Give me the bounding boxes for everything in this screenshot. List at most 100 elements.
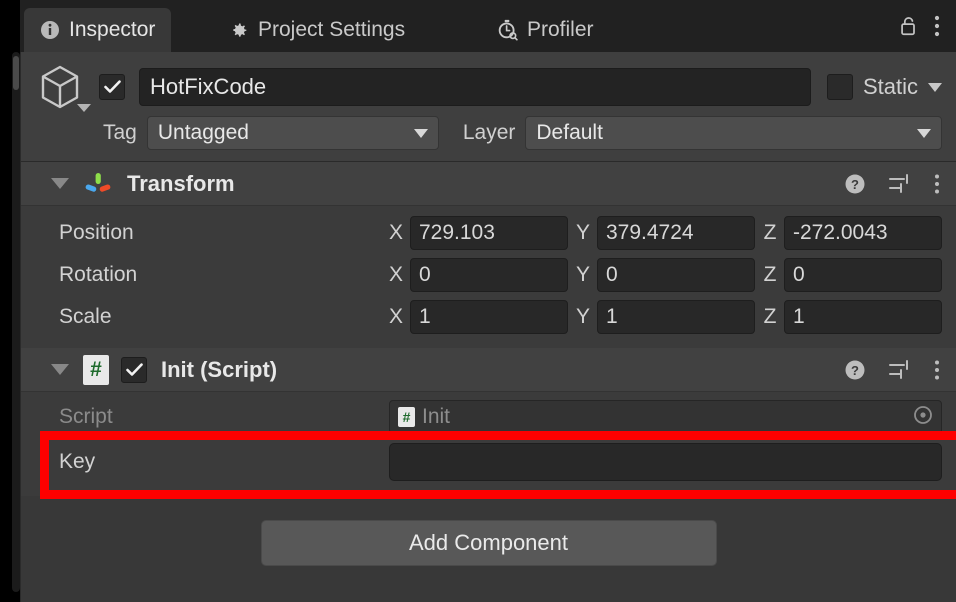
axis-letter-y: Y [576, 263, 591, 286]
rotation-z-input[interactable]: 0 [784, 258, 942, 292]
axis-letter-z: Z [763, 305, 777, 328]
axis-letter-x: X [389, 305, 404, 328]
property-label-script: Script [59, 405, 113, 428]
tab-project-settings[interactable]: Project Settings [212, 8, 421, 52]
component-header-init-script[interactable]: # Init (Script) ? [21, 348, 956, 392]
axis-x: X 1 [389, 300, 568, 334]
property-row-position: Position X 729.103 Y 379.4724 Z -272.004… [21, 212, 956, 254]
tab-inspector[interactable]: Inspector [24, 8, 172, 52]
position-x-input[interactable]: 729.103 [410, 216, 568, 250]
preset-icon[interactable] [888, 173, 912, 195]
csharp-script-icon: # [83, 354, 109, 385]
axis-letter-x: X [389, 221, 404, 244]
component-actions-init-script: ? [844, 348, 940, 392]
window-left-gutter [0, 0, 12, 602]
property-row-scale: Scale X 1 Y 1 Z 1 [21, 296, 956, 338]
script-object-value-group: # Init [398, 405, 450, 429]
axis-y: Y 1 [576, 300, 755, 334]
axis-z: Z 0 [763, 258, 942, 292]
gameobject-header: HotFixCode Static Tag Untagged Layer Def… [21, 52, 956, 162]
property-label: Scale [59, 305, 112, 328]
property-row-script: Script # Init [21, 396, 956, 438]
key-text-input[interactable] [389, 443, 942, 481]
inspector-scrollbar-track[interactable] [12, 52, 20, 592]
static-dropdown-caret[interactable] [928, 82, 942, 92]
axis-x: X 729.103 [389, 216, 568, 250]
inspector-scrollbar-thumb[interactable] [13, 56, 19, 90]
static-checkbox[interactable] [826, 74, 853, 100]
gameobject-name-row: HotFixCode Static [21, 62, 956, 112]
value: 379.4724 [606, 221, 694, 244]
position-z-input[interactable]: -272.0043 [784, 216, 942, 250]
tag-label: Tag [103, 121, 137, 144]
chevron-down-icon [413, 128, 428, 138]
axis-letter-z: Z [763, 263, 777, 286]
vector3-field-position: X 729.103 Y 379.4724 Z -272.0043 [389, 216, 942, 250]
gameobject-name-input[interactable]: HotFixCode [139, 68, 811, 106]
axis-letter-y: Y [576, 221, 591, 244]
tab-bar: Inspector Project Settings Profiler [20, 0, 956, 52]
foldout-arrow-transform[interactable] [51, 178, 69, 189]
rotation-x-input[interactable]: 0 [410, 258, 568, 292]
kebab-menu-icon[interactable] [934, 173, 940, 195]
scale-z-input[interactable]: 1 [784, 300, 942, 334]
axis-y: Y 0 [576, 258, 755, 292]
gear-icon [228, 20, 249, 41]
unlocked-padlock-icon[interactable] [899, 15, 918, 37]
gameobject-enabled-checkbox[interactable] [99, 74, 125, 100]
script-object-field[interactable]: # Init [389, 400, 942, 434]
rotation-y-input[interactable]: 0 [597, 258, 755, 292]
info-icon [40, 20, 60, 40]
tab-label: Inspector [69, 18, 156, 41]
kebab-menu-icon[interactable] [934, 14, 940, 38]
axis-x: X 0 [389, 258, 568, 292]
init-script-enabled-checkbox[interactable] [121, 356, 147, 383]
component-actions-transform: ? [844, 162, 940, 206]
tab-profiler[interactable]: Profiler [480, 8, 610, 52]
component-title-init-script: Init (Script) [161, 356, 278, 382]
object-picker-icon[interactable] [913, 405, 933, 430]
value: 0 [793, 263, 805, 286]
component-body-transform: Position X 729.103 Y 379.4724 Z -272.004… [21, 206, 956, 348]
help-icon[interactable]: ? [844, 173, 866, 195]
value: 0 [606, 263, 618, 286]
value: 0 [419, 263, 431, 286]
axis-letter-z: Z [763, 221, 777, 244]
vector3-field-rotation: X 0 Y 0 Z 0 [389, 258, 942, 292]
layer-dropdown[interactable]: Default [525, 116, 942, 150]
script-object-value: Init [422, 405, 451, 428]
position-y-input[interactable]: 379.4724 [597, 216, 755, 250]
layer-label: Layer [462, 121, 516, 144]
value: 729.103 [419, 221, 495, 244]
layer-value: Default [536, 121, 603, 144]
svg-text:?: ? [851, 177, 859, 192]
gameobject-name-value: HotFixCode [150, 74, 267, 99]
component-body-init-script: Script # Init Key [21, 392, 956, 496]
csharp-script-icon: # [398, 407, 415, 427]
unity-inspector-window: Inspector Project Settings Profiler HotF… [0, 0, 956, 602]
component-title-transform: Transform [127, 170, 235, 196]
add-component-button[interactable]: Add Component [260, 520, 717, 566]
value: 1 [419, 305, 431, 328]
tab-label: Project Settings [258, 18, 406, 41]
tag-layer-row: Tag Untagged Layer Default [21, 114, 956, 152]
chevron-down-icon [917, 128, 931, 138]
scale-y-input[interactable]: 1 [597, 300, 755, 334]
value: 1 [606, 305, 618, 328]
component-header-transform[interactable]: Transform ? [21, 162, 956, 206]
property-row-key: Key [21, 438, 956, 486]
scale-x-input[interactable]: 1 [410, 300, 568, 334]
gameobject-icon-wrap[interactable] [21, 62, 99, 112]
transform-gizmo-icon [83, 169, 113, 199]
stopwatch-icon [496, 19, 518, 41]
tab-label: Profiler [527, 18, 594, 41]
tag-dropdown[interactable]: Untagged [146, 116, 439, 150]
gameobject-icon-dropdown-caret[interactable] [77, 104, 91, 112]
kebab-menu-icon[interactable] [934, 359, 940, 381]
help-icon[interactable]: ? [844, 359, 866, 381]
foldout-arrow-init-script[interactable] [51, 364, 69, 375]
value: -272.0043 [793, 221, 888, 244]
axis-y: Y 379.4724 [576, 216, 755, 250]
preset-icon[interactable] [888, 359, 912, 381]
tag-value: Untagged [157, 121, 249, 144]
